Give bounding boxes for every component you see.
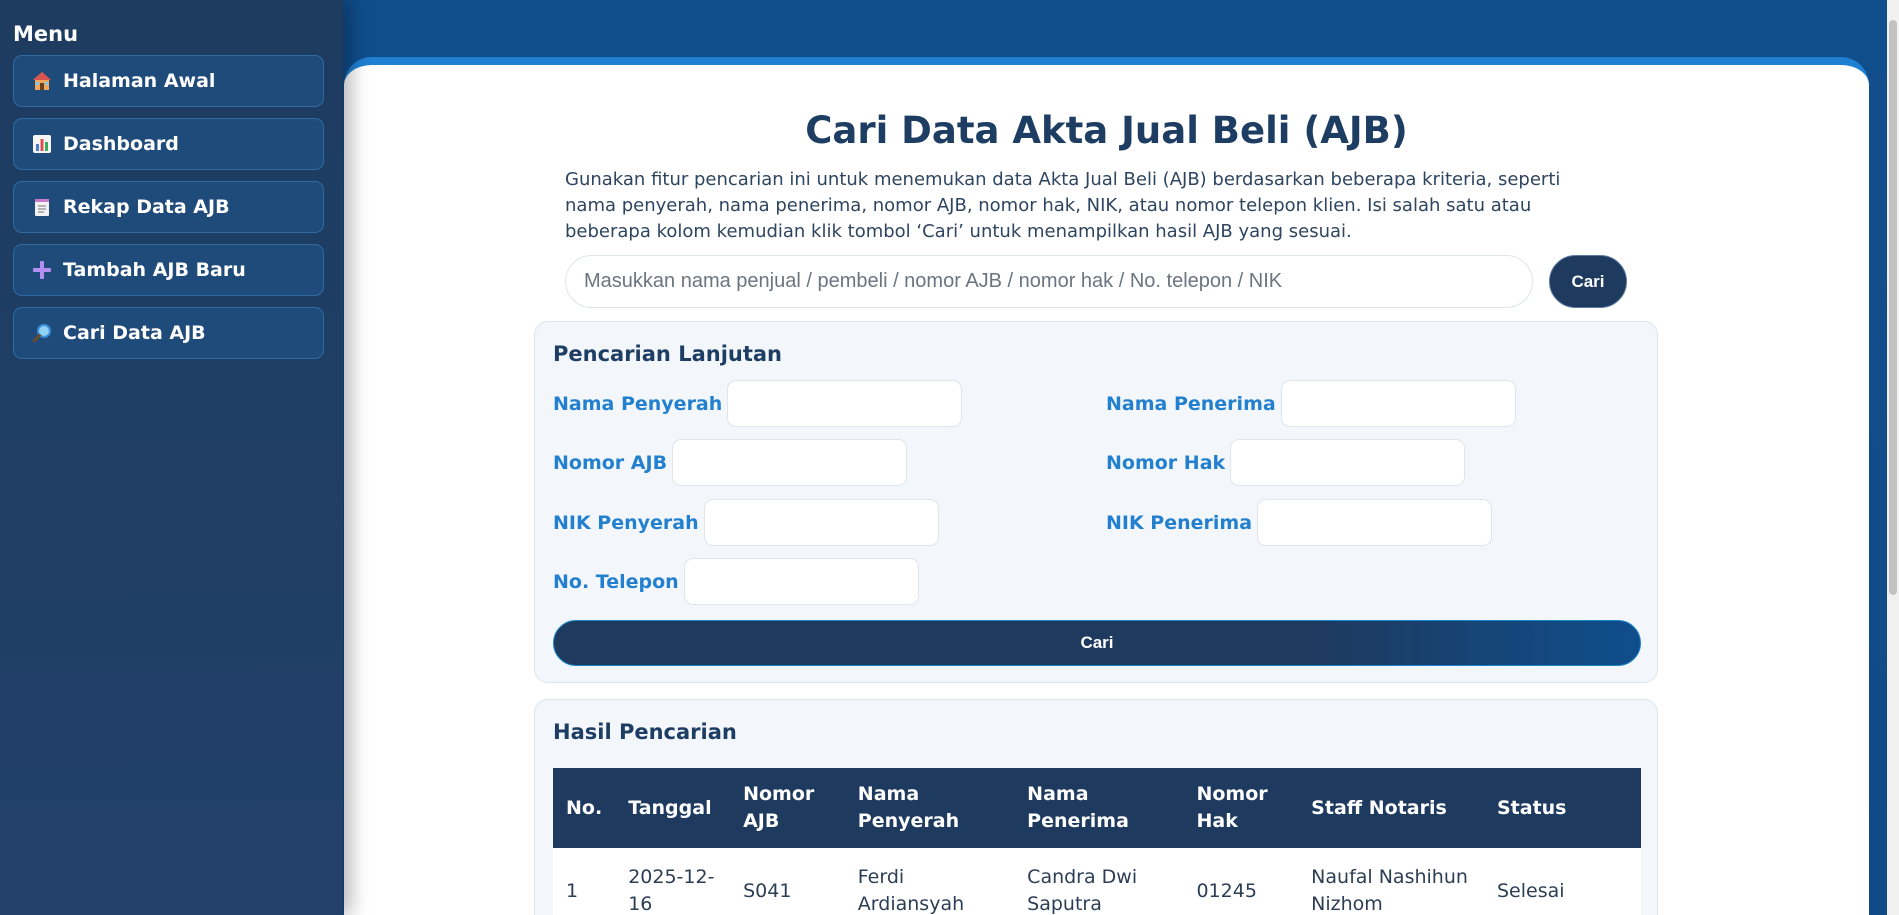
field-nama-penerima: Nama Penerima — [1106, 380, 1516, 427]
results-card: Hasil Pencarian No. Tanggal Nomor AJB Nam… — [534, 699, 1658, 915]
nomor-hak-input[interactable] — [1230, 439, 1466, 486]
nomor-ajb-label: Nomor AJB — [553, 451, 668, 474]
sidebar-item-dashboard[interactable]: Dashboard — [13, 118, 324, 170]
nik-penerima-input[interactable] — [1257, 499, 1493, 546]
cell-nama-penyerah: Ferdi Ardiansyah — [844, 848, 1015, 915]
cell-staff-notaris: Naufal Nashihun Nizhom — [1298, 848, 1484, 915]
advanced-search-title: Pencarian Lanjutan — [553, 342, 783, 366]
column-header-status[interactable]: Status — [1483, 768, 1641, 848]
cell-no: 1 — [553, 848, 616, 915]
plus-icon — [31, 259, 53, 281]
bar-chart-icon — [31, 133, 53, 155]
sidebar: Menu Halaman Awal Dashboard Rekap Data A… — [0, 0, 343, 915]
sidebar-item-label: Cari Data AJB — [63, 322, 206, 344]
sidebar-item-label: Dashboard — [63, 133, 179, 155]
cell-nomor-hak: 01245 — [1183, 848, 1299, 915]
nik-penyerah-input[interactable] — [703, 499, 939, 546]
column-header-staff-notaris[interactable]: Staff Notaris — [1298, 768, 1484, 848]
field-nomor-ajb: Nomor AJB — [553, 439, 908, 486]
sidebar-item-halaman-awal[interactable]: Halaman Awal — [13, 55, 324, 107]
cell-nama-penerima: Candra Dwi Saputra — [1014, 848, 1184, 915]
nik-penerima-label: NIK Penerima — [1106, 511, 1253, 534]
house-icon — [31, 70, 53, 92]
sidebar-item-cari-data-ajb[interactable]: Cari Data AJB — [13, 307, 324, 359]
page-description: Gunakan fitur pencarian ini untuk menemu… — [565, 169, 1561, 242]
sidebar-title: Menu — [13, 22, 79, 46]
sidebar-item-tambah-ajb-baru[interactable]: Tambah AJB Baru — [13, 244, 324, 296]
column-header-nama-penerima[interactable]: Nama Penerima — [1014, 768, 1184, 848]
page-title: Cari Data Akta Jual Beli (AJB) — [805, 109, 1408, 152]
field-nomor-hak: Nomor Hak — [1106, 439, 1466, 486]
field-nik-penerima: NIK Penerima — [1106, 499, 1493, 546]
results-table: No. Tanggal Nomor AJB Nama Penyerah Nama Pe… — [553, 768, 1641, 915]
scrollbar-thumb[interactable] — [1889, 20, 1897, 595]
column-header-no[interactable]: No. — [553, 768, 616, 848]
nik-penyerah-label: NIK Penyerah — [553, 511, 699, 534]
sidebar-item-rekap-data-ajb[interactable]: Rekap Data AJB — [13, 181, 324, 233]
advanced-search-button[interactable]: Cari — [553, 620, 1641, 666]
field-nik-penyerah: NIK Penyerah — [553, 499, 939, 546]
nama-penerima-input[interactable] — [1280, 380, 1516, 427]
sidebar-item-label: Rekap Data AJB — [63, 196, 230, 218]
no-telepon-label: No. Telepon — [553, 570, 679, 593]
sidebar-item-label: Tambah AJB Baru — [63, 259, 246, 281]
field-no-telepon: No. Telepon — [553, 558, 919, 605]
nama-penerima-label: Nama Penerima — [1106, 392, 1276, 415]
field-nama-penyerah: Nama Penyerah — [553, 380, 963, 427]
main-panel: Cari Data Akta Jual Beli (AJB) Gunakan f… — [344, 57, 1869, 915]
cell-tanggal: 2025-12- 16 — [615, 848, 731, 915]
search-input[interactable] — [565, 255, 1533, 308]
table-row[interactable]: 1 2025-12- 16 S041 Ferdi Ardiansyah Candra… — [553, 848, 1641, 915]
nomor-ajb-input[interactable] — [672, 439, 908, 486]
column-header-nomor-ajb[interactable]: Nomor AJB — [730, 768, 845, 848]
nomor-hak-label: Nomor Hak — [1106, 451, 1226, 474]
nama-penyerah-label: Nama Penyerah — [553, 392, 723, 415]
column-header-nama-penyerah[interactable]: Nama Penyerah — [844, 768, 1015, 848]
cell-nomor-ajb: S041 — [730, 848, 845, 915]
results-title: Hasil Pencarian — [553, 720, 737, 744]
page-scrollbar[interactable] — [1887, 0, 1899, 915]
table-header-row: No. Tanggal Nomor AJB Nama Penyerah Nama Pe… — [553, 768, 1641, 848]
column-header-tanggal[interactable]: Tanggal — [615, 768, 731, 848]
advanced-search-card: Pencarian Lanjutan Nama Penyerah Nama Pe… — [534, 321, 1658, 683]
cell-status: Selesai — [1483, 848, 1641, 915]
column-header-nomor-hak[interactable]: Nomor Hak — [1183, 768, 1299, 848]
magnifier-icon — [31, 322, 53, 344]
notepad-icon — [31, 196, 53, 218]
no-telepon-input[interactable] — [683, 558, 919, 605]
search-button[interactable]: Cari — [1549, 255, 1627, 308]
nama-penyerah-input[interactable] — [727, 380, 963, 427]
sidebar-item-label: Halaman Awal — [63, 70, 216, 92]
